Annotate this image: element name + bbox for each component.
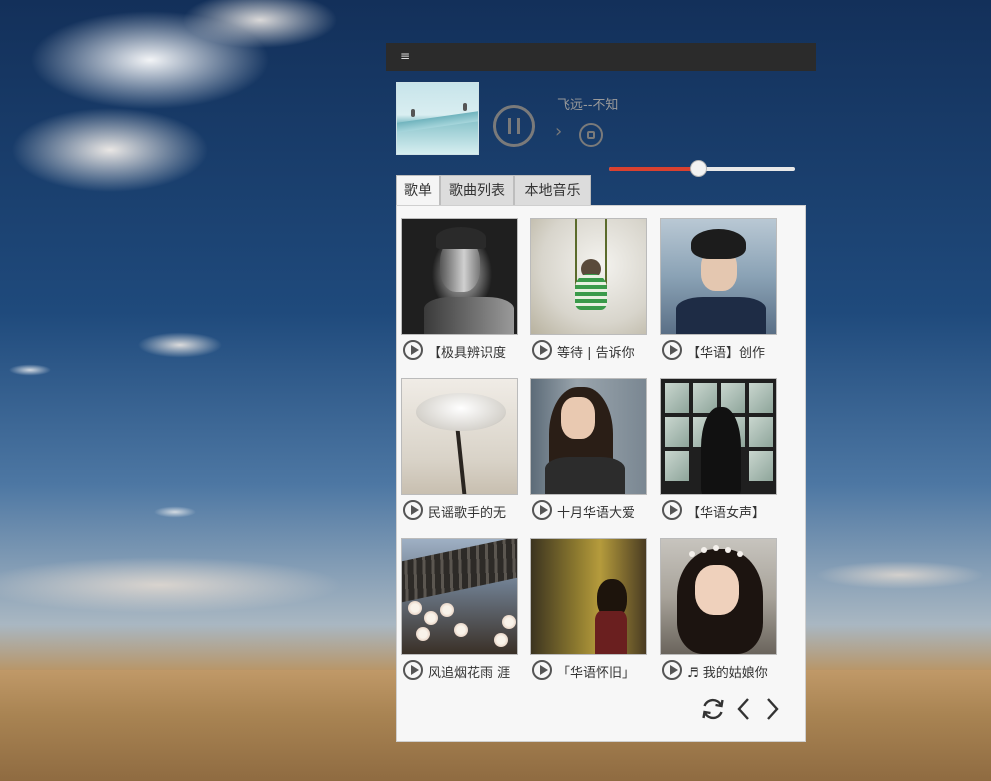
playlist-cover[interactable] <box>401 538 518 655</box>
play-circle-icon[interactable] <box>403 500 423 520</box>
playlist-grid: 【极具辨识度 等待 | 告诉你 【华语】创作 民谣歌手的无 十月华语大爱 【华语… <box>396 205 806 742</box>
playlist-title[interactable]: 风追烟花雨 涯 <box>428 662 519 680</box>
album-art <box>396 82 479 155</box>
playlist-card[interactable]: 民谣歌手的无 <box>399 366 529 526</box>
playlist-cover[interactable] <box>660 538 777 655</box>
playlist-title[interactable]: 十月华语大爱 <box>557 502 648 520</box>
playlist-title[interactable]: ♬ 我的姑娘你 <box>687 662 778 680</box>
playlist-card[interactable]: 十月华语大爱 <box>528 366 658 526</box>
pause-icon <box>517 118 520 134</box>
playlist-card[interactable]: 风追烟花雨 涯 <box>399 526 529 686</box>
stop-button[interactable] <box>579 123 603 147</box>
playlist-card[interactable]: 【华语】创作 <box>658 206 788 366</box>
album-art-figure <box>411 109 415 117</box>
title-bar: ≡ <box>386 43 816 71</box>
stop-icon <box>587 131 595 139</box>
tab-playlists[interactable]: 歌单 <box>396 175 440 207</box>
playlist-cover[interactable] <box>530 378 647 495</box>
playlist-cover[interactable] <box>660 378 777 495</box>
pause-icon <box>508 118 511 134</box>
music-player-window: ≡ 飞远--不知 › 歌单 歌曲列表 本地音乐 【极具辨识度 等待 | 告诉你 … <box>386 43 816 743</box>
album-art-bridge <box>397 111 478 133</box>
chevron-right-icon[interactable] <box>762 696 782 722</box>
volume-fill <box>609 167 699 171</box>
playlist-card[interactable]: 【极具辨识度 <box>399 206 529 366</box>
playlist-card[interactable]: 「华语怀旧」 <box>528 526 658 686</box>
playlist-title[interactable]: 【华语女声】 <box>687 502 778 520</box>
tab-local-music[interactable]: 本地音乐 <box>514 175 591 205</box>
play-circle-icon[interactable] <box>532 660 552 680</box>
playlist-cover[interactable] <box>401 378 518 495</box>
playlist-card[interactable]: ♬ 我的姑娘你 <box>658 526 788 686</box>
play-circle-icon[interactable] <box>403 340 423 360</box>
playlist-title[interactable]: 【极具辨识度 <box>428 342 519 360</box>
playlist-cover[interactable] <box>401 218 518 335</box>
playlist-cover[interactable] <box>530 538 647 655</box>
play-circle-icon[interactable] <box>532 340 552 360</box>
player-panel: 飞远--不知 › <box>386 71 816 191</box>
volume-knob[interactable] <box>690 160 708 177</box>
playlist-title[interactable]: 等待 | 告诉你 <box>557 342 648 360</box>
tab-song-list[interactable]: 歌曲列表 <box>440 175 514 205</box>
menu-icon[interactable]: ≡ <box>400 49 410 63</box>
playlist-cover[interactable] <box>530 218 647 335</box>
refresh-icon[interactable] <box>700 696 726 722</box>
playlist-card[interactable]: 等待 | 告诉你 <box>528 206 658 366</box>
volume-slider[interactable] <box>609 160 795 177</box>
now-playing-title: 飞远--不知 <box>557 98 619 113</box>
pause-button[interactable] <box>493 105 535 147</box>
chevron-left-icon[interactable] <box>734 696 754 722</box>
playlist-cover[interactable] <box>660 218 777 335</box>
play-circle-icon[interactable] <box>662 660 682 680</box>
album-art-figure <box>463 103 467 111</box>
playlist-title[interactable]: 民谣歌手的无 <box>428 502 519 520</box>
playlist-title[interactable]: 【华语】创作 <box>687 342 778 360</box>
play-circle-icon[interactable] <box>662 500 682 520</box>
play-circle-icon[interactable] <box>662 340 682 360</box>
playlist-title[interactable]: 「华语怀旧」 <box>557 662 648 680</box>
play-circle-icon[interactable] <box>532 500 552 520</box>
next-track-icon[interactable]: › <box>555 123 562 141</box>
playlist-card[interactable]: 【华语女声】 <box>658 366 788 526</box>
play-circle-icon[interactable] <box>403 660 423 680</box>
pagination-controls <box>700 696 790 726</box>
